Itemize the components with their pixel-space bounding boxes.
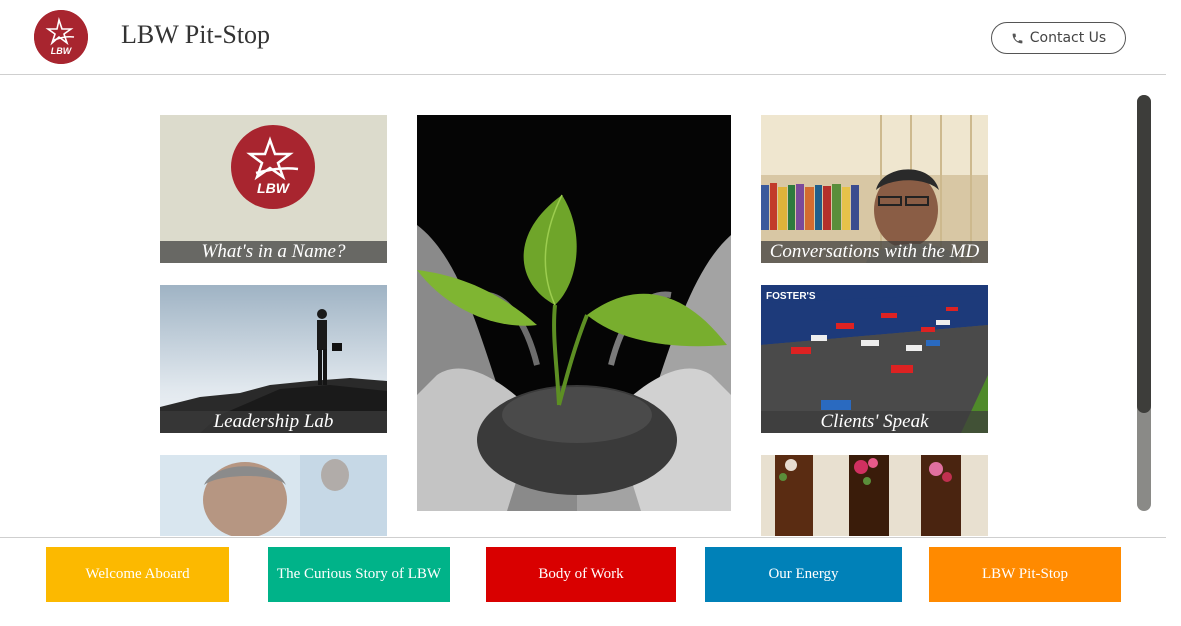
- tile-partial-right[interactable]: [761, 455, 988, 536]
- tile-leadership-lab[interactable]: Leadership Lab: [160, 285, 387, 433]
- doorway-flowers-image: [761, 455, 988, 536]
- man-portrait-image: [160, 455, 387, 536]
- scrollbar-track[interactable]: [1137, 95, 1151, 511]
- nav-lbw-pit-stop[interactable]: LBW Pit-Stop: [929, 547, 1121, 602]
- tile-grid: LBW What's in a Name? Leadership Lab Con…: [0, 75, 1166, 536]
- tile-caption: What's in a Name?: [160, 241, 387, 263]
- nav-body-of-work[interactable]: Body of Work: [486, 547, 676, 602]
- scrollbar-thumb[interactable]: [1137, 95, 1151, 413]
- lbw-logo[interactable]: LBW: [34, 10, 88, 64]
- logo-text: LBW: [51, 46, 73, 56]
- star-logo-icon: LBW: [34, 10, 88, 64]
- tile-partial-left[interactable]: [160, 455, 387, 536]
- phone-icon: [1012, 33, 1023, 43]
- tile-caption: Clients' Speak: [761, 411, 988, 433]
- tile-whats-in-a-name[interactable]: LBW What's in a Name?: [160, 115, 387, 263]
- tile-conversations-with-md[interactable]: Conversations with the MD: [761, 115, 988, 263]
- site-title: LBW Pit-Stop: [121, 20, 271, 49]
- bottom-nav: Welcome Aboard The Curious Story of LBW …: [0, 537, 1166, 626]
- header: LBW LBW Pit-Stop Contact Us: [0, 0, 1166, 75]
- nav-our-energy[interactable]: Our Energy: [705, 547, 902, 602]
- tile-caption: Leadership Lab: [160, 411, 387, 433]
- contact-us-label: Contact Us: [1029, 30, 1107, 46]
- plant-in-hands-image: [417, 115, 731, 511]
- nav-welcome-aboard[interactable]: Welcome Aboard: [46, 547, 229, 602]
- nav-curious-story[interactable]: The Curious Story of LBW: [268, 547, 450, 602]
- tile-clients-speak[interactable]: FOSTER'S Clients' Speak: [761, 285, 988, 433]
- tile-caption: Conversations with the MD: [761, 241, 988, 263]
- contact-us-button[interactable]: Contact Us: [991, 22, 1126, 54]
- svg-text:FOSTER'S: FOSTER'S: [766, 291, 816, 302]
- plant-illustration: [417, 115, 731, 511]
- svg-text:LBW: LBW: [257, 180, 291, 196]
